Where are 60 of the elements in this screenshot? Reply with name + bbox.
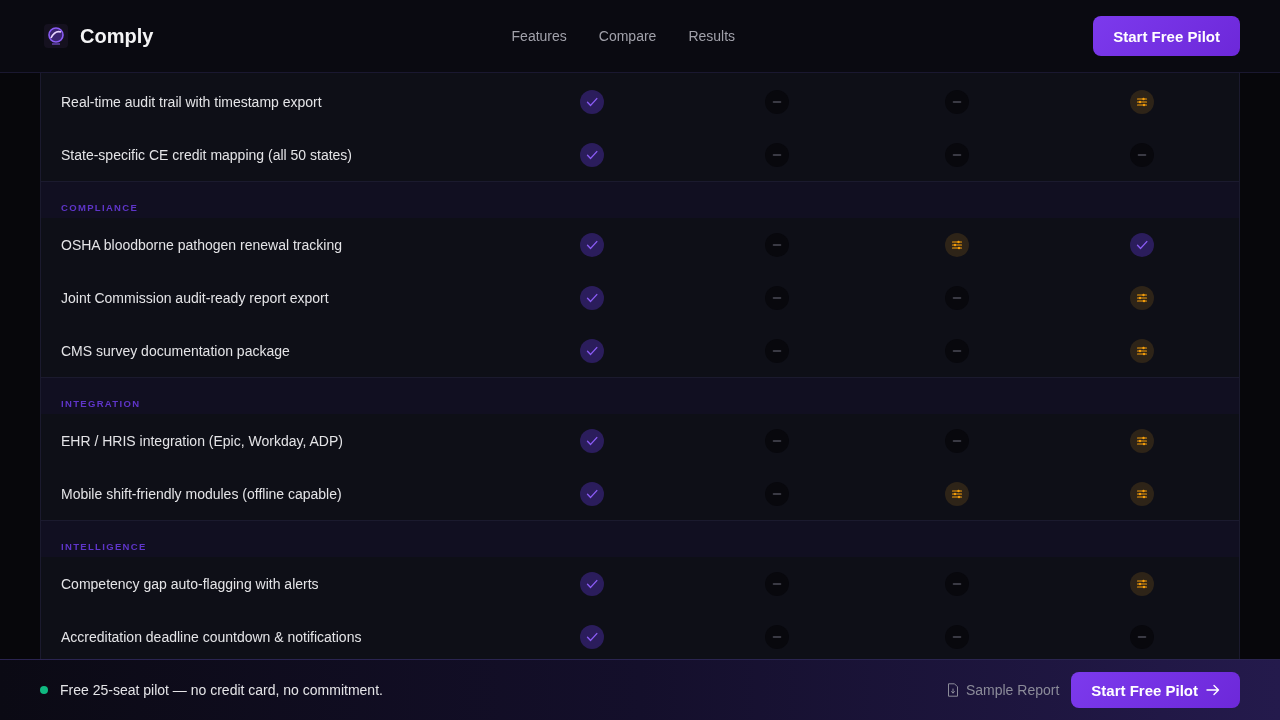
dash-icon [945, 428, 969, 453]
dash-icon [765, 142, 789, 167]
feature-name: Real-time audit trail with timestamp export [60, 93, 322, 110]
section-label: INTELLIGENCE [61, 541, 147, 553]
dash-icon [945, 571, 969, 596]
feature-name: Mobile shift-friendly modules (offline capable) [60, 485, 342, 502]
check-icon [580, 428, 604, 453]
sliders-icon [1129, 285, 1154, 310]
feature-name: State-specific CE credit mapping (all 50 states) [60, 146, 352, 163]
check-icon [580, 89, 604, 114]
sample-report-link[interactable]: Sample Report [946, 682, 1060, 698]
dash-icon [945, 338, 969, 363]
feature-name: EHR / HRIS integration (Epic, Workday, ADP) [60, 432, 343, 449]
dash-icon [1129, 142, 1154, 167]
dash-icon [765, 285, 789, 310]
check-icon [580, 142, 604, 167]
feature-name: Joint Commission audit-ready report export [60, 289, 329, 306]
status-dot-icon [40, 686, 48, 694]
dash-icon [765, 89, 789, 114]
dash-icon [945, 142, 969, 167]
check-icon [1129, 232, 1154, 257]
dash-icon [765, 624, 789, 649]
dash-icon [765, 428, 789, 453]
section-label: INTEGRATION [61, 398, 141, 410]
sliders-icon [1129, 571, 1154, 596]
start-pilot-button[interactable]: Start Free Pilot [1071, 672, 1240, 708]
sliders-icon [1129, 481, 1154, 506]
nav-link[interactable]: Compare [598, 28, 657, 44]
section-label: COMPLIANCE [61, 202, 139, 214]
start-pilot-button[interactable]: Start Free Pilot [1093, 16, 1240, 56]
check-icon [580, 624, 604, 649]
arrow-right-icon [1206, 684, 1220, 696]
dash-icon [1129, 624, 1154, 649]
check-icon [580, 285, 604, 310]
feature-name: OSHA bloodborne pathogen renewal tracking [60, 236, 342, 253]
nav-link[interactable]: Results [688, 28, 736, 44]
dash-icon [765, 338, 789, 363]
sliders-icon [945, 481, 969, 506]
logo-icon [44, 24, 68, 48]
feature-name: CMS survey documentation package [60, 342, 290, 359]
sliders-icon [1129, 428, 1154, 453]
sliders-icon [1129, 89, 1154, 114]
check-icon [580, 571, 604, 596]
dash-icon [765, 571, 789, 596]
sliders-icon [1129, 338, 1154, 363]
feature-name: Accreditation deadline countdown & notifications [60, 628, 362, 645]
sliders-icon [945, 232, 969, 257]
feature-name: Competency gap auto-flagging with alerts [60, 575, 319, 592]
check-icon [580, 338, 604, 363]
pilot-message: Free 25-seat pilot — no credit card, no commitment. [60, 682, 383, 698]
dash-icon [945, 624, 969, 649]
check-icon [580, 481, 604, 506]
check-icon [580, 232, 604, 257]
brand-name: Comply [80, 24, 154, 48]
document-icon [946, 683, 959, 697]
dash-icon [765, 232, 789, 257]
dash-icon [765, 481, 789, 506]
nav-link[interactable]: Features [511, 28, 567, 44]
dash-icon [945, 285, 969, 310]
dash-icon [945, 89, 969, 114]
